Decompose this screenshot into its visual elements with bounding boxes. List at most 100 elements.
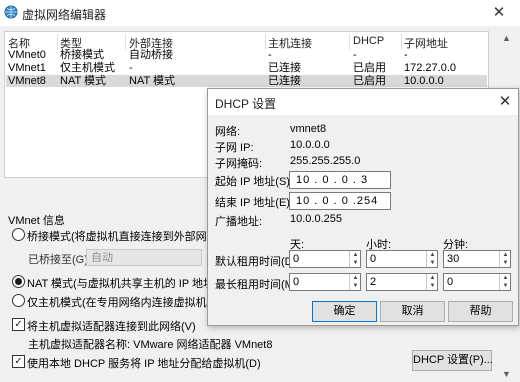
ok-button[interactable]: 确定 bbox=[312, 301, 377, 322]
max-lease-label: 最长租用时间(M): bbox=[215, 279, 301, 291]
host-only-label[interactable]: 仅主机模式(在专用网络内连接虚拟机)(H) bbox=[27, 294, 226, 310]
bridge-mode-label[interactable]: 桥接模式(将虚拟机直接连接到外部网络)(B) bbox=[27, 228, 236, 244]
cell-host: 已连接 bbox=[268, 75, 301, 87]
bridge-to-select[interactable]: 自动 bbox=[86, 249, 202, 266]
cell-subnet: 172.27.0.0 bbox=[404, 62, 456, 74]
table-row-selected[interactable]: VMnet8 NAT 模式 NAT 模式 已连接 已启用 10.0.0.0 bbox=[6, 75, 487, 87]
spinner-value: 0 bbox=[293, 276, 300, 288]
table-row[interactable]: VMnet1 仅主机模式 - 已连接 已启用 172.27.0.0 bbox=[6, 62, 487, 74]
end-ip-label: 结束 IP 地址(E): bbox=[215, 197, 294, 209]
cancel-button[interactable]: 取消 bbox=[380, 301, 445, 322]
network-label: 网络: bbox=[215, 126, 241, 138]
connect-adapter-checkbox[interactable]: ✓ bbox=[12, 318, 25, 331]
scroll-down-arrow-icon[interactable]: ▼ bbox=[502, 369, 511, 379]
spin-up-arrow-icon[interactable]: ▲ bbox=[427, 274, 438, 282]
spinner-value: 2 bbox=[370, 276, 377, 288]
vmnet-info-group-label: VMnet 信息 bbox=[8, 215, 65, 227]
subnet-mask-value: 255.255.255.0 bbox=[290, 155, 361, 167]
max-lease-minutes-spinner[interactable]: 0 ▲ ▼ bbox=[443, 273, 511, 291]
spin-down-arrow-icon[interactable]: ▼ bbox=[427, 282, 438, 290]
cell-type: 仅主机模式 bbox=[60, 62, 115, 74]
spin-up-arrow-icon[interactable]: ▲ bbox=[500, 274, 511, 282]
max-lease-days-spinner[interactable]: 0 ▲ ▼ bbox=[289, 273, 361, 291]
nat-mode-radio[interactable] bbox=[12, 275, 25, 288]
subnet-mask-label: 子网掩码: bbox=[215, 158, 263, 170]
network-globe-icon bbox=[4, 5, 18, 19]
default-lease-days-spinner[interactable]: 0 ▲ ▼ bbox=[289, 250, 361, 268]
spinner-value: 0 bbox=[293, 253, 300, 265]
spinner-arrows: ▲ ▼ bbox=[426, 274, 438, 290]
cell-subnet: - bbox=[404, 49, 408, 61]
cell-name: VMnet0 bbox=[8, 49, 46, 61]
dhcp-settings-button[interactable]: DHCP 设置(P)... bbox=[412, 350, 493, 371]
spin-down-arrow-icon[interactable]: ▼ bbox=[500, 282, 511, 290]
column-divider bbox=[125, 34, 126, 50]
default-lease-minutes-spinner[interactable]: 30 ▲ ▼ bbox=[443, 250, 511, 268]
max-lease-hours-spinner[interactable]: 2 ▲ ▼ bbox=[366, 273, 438, 291]
column-divider bbox=[265, 34, 266, 50]
host-only-radio[interactable] bbox=[12, 294, 25, 307]
cell-name: VMnet1 bbox=[8, 62, 46, 74]
scroll-up-arrow-icon[interactable]: ▲ bbox=[502, 33, 511, 43]
dhcp-settings-dialog: DHCP 设置 ✕ 网络: vmnet8 子网 IP: 10.0.0.0 子网掩… bbox=[207, 88, 519, 326]
spin-down-arrow-icon[interactable]: ▼ bbox=[427, 259, 438, 267]
dialog-close-button[interactable]: ✕ bbox=[494, 91, 516, 113]
spinner-arrows: ▲ ▼ bbox=[499, 274, 511, 290]
cell-external: NAT 模式 bbox=[129, 75, 176, 87]
spinner-arrows: ▲ ▼ bbox=[499, 251, 511, 267]
help-button[interactable]: 帮助 bbox=[448, 301, 513, 322]
cell-type: 桥接模式 bbox=[60, 49, 104, 61]
cell-type: NAT 模式 bbox=[60, 75, 107, 87]
cell-name: VMnet8 bbox=[8, 75, 46, 87]
window-titlebar: 虚拟网络编辑器 ✕ bbox=[0, 0, 520, 26]
cell-dhcp: 已启用 bbox=[353, 62, 386, 74]
dialog-title: DHCP 设置 bbox=[215, 97, 277, 111]
spin-down-arrow-icon[interactable]: ▼ bbox=[350, 282, 361, 290]
cell-subnet: 10.0.0.0 bbox=[404, 75, 444, 87]
start-ip-field[interactable]: 10 . 0 . 0 . 3 bbox=[289, 171, 391, 189]
spinner-arrows: ▲ ▼ bbox=[349, 274, 361, 290]
cell-dhcp: 已启用 bbox=[353, 75, 386, 87]
cell-external: - bbox=[129, 62, 133, 74]
cell-host: 已连接 bbox=[268, 62, 301, 74]
default-lease-label: 默认租用时间(D): bbox=[215, 256, 300, 268]
bridge-mode-radio[interactable] bbox=[12, 228, 25, 241]
spin-up-arrow-icon[interactable]: ▲ bbox=[350, 274, 361, 282]
column-divider bbox=[349, 34, 350, 50]
end-ip-field[interactable]: 10 . 0 . 0 .254 bbox=[289, 192, 391, 210]
cell-host: - bbox=[268, 49, 272, 61]
cell-dhcp: - bbox=[353, 49, 357, 61]
window-title: 虚拟网络编辑器 bbox=[22, 8, 107, 22]
bridge-to-label: 已桥接至(G): bbox=[28, 254, 91, 266]
broadcast-label: 广播地址: bbox=[215, 216, 263, 228]
virtual-network-editor-window: 虚拟网络编辑器 ✕ 名称 类型 外部连接 主机连接 DHCP 子网地址 VMne… bbox=[0, 0, 520, 382]
adapter-name-text: 主机虚拟适配器名称: VMware 网络适配器 VMnet8 bbox=[28, 339, 273, 351]
spin-down-arrow-icon[interactable]: ▼ bbox=[350, 259, 361, 267]
use-dhcp-checkbox[interactable]: ✓ bbox=[12, 355, 25, 368]
subnet-ip-label: 子网 IP: bbox=[215, 142, 254, 154]
spinner-value: 0 bbox=[447, 276, 454, 288]
spin-up-arrow-icon[interactable]: ▲ bbox=[500, 251, 511, 259]
connect-adapter-label[interactable]: 将主机虚拟适配器连接到此网络(V) bbox=[27, 318, 196, 334]
column-divider bbox=[57, 34, 58, 50]
cell-external: 自动桥接 bbox=[129, 49, 173, 61]
spinner-value: 0 bbox=[370, 253, 377, 265]
window-close-button[interactable]: ✕ bbox=[486, 2, 512, 24]
column-header-dhcp[interactable]: DHCP bbox=[353, 35, 384, 47]
dialog-titlebar: DHCP 设置 ✕ bbox=[208, 89, 518, 115]
spin-up-arrow-icon[interactable]: ▲ bbox=[350, 251, 361, 259]
use-dhcp-label[interactable]: 使用本地 DHCP 服务将 IP 地址分配给虚拟机(D) bbox=[27, 355, 261, 371]
spin-down-arrow-icon[interactable]: ▼ bbox=[500, 259, 511, 267]
spin-up-arrow-icon[interactable]: ▲ bbox=[427, 251, 438, 259]
subnet-ip-value: 10.0.0.0 bbox=[290, 139, 330, 151]
broadcast-value: 10.0.0.255 bbox=[290, 213, 342, 225]
default-lease-hours-spinner[interactable]: 0 ▲ ▼ bbox=[366, 250, 438, 268]
spinner-arrows: ▲ ▼ bbox=[349, 251, 361, 267]
spinner-arrows: ▲ ▼ bbox=[426, 251, 438, 267]
network-value: vmnet8 bbox=[290, 123, 327, 135]
radio-selected-dot bbox=[15, 278, 22, 285]
nat-mode-label[interactable]: NAT 模式(与虚拟机共享主机的 IP 地址)(N) bbox=[27, 275, 233, 291]
table-row[interactable]: VMnet0 桥接模式 自动桥接 - - - bbox=[6, 49, 487, 61]
start-ip-label: 起始 IP 地址(S): bbox=[215, 176, 294, 188]
column-divider bbox=[401, 34, 402, 50]
